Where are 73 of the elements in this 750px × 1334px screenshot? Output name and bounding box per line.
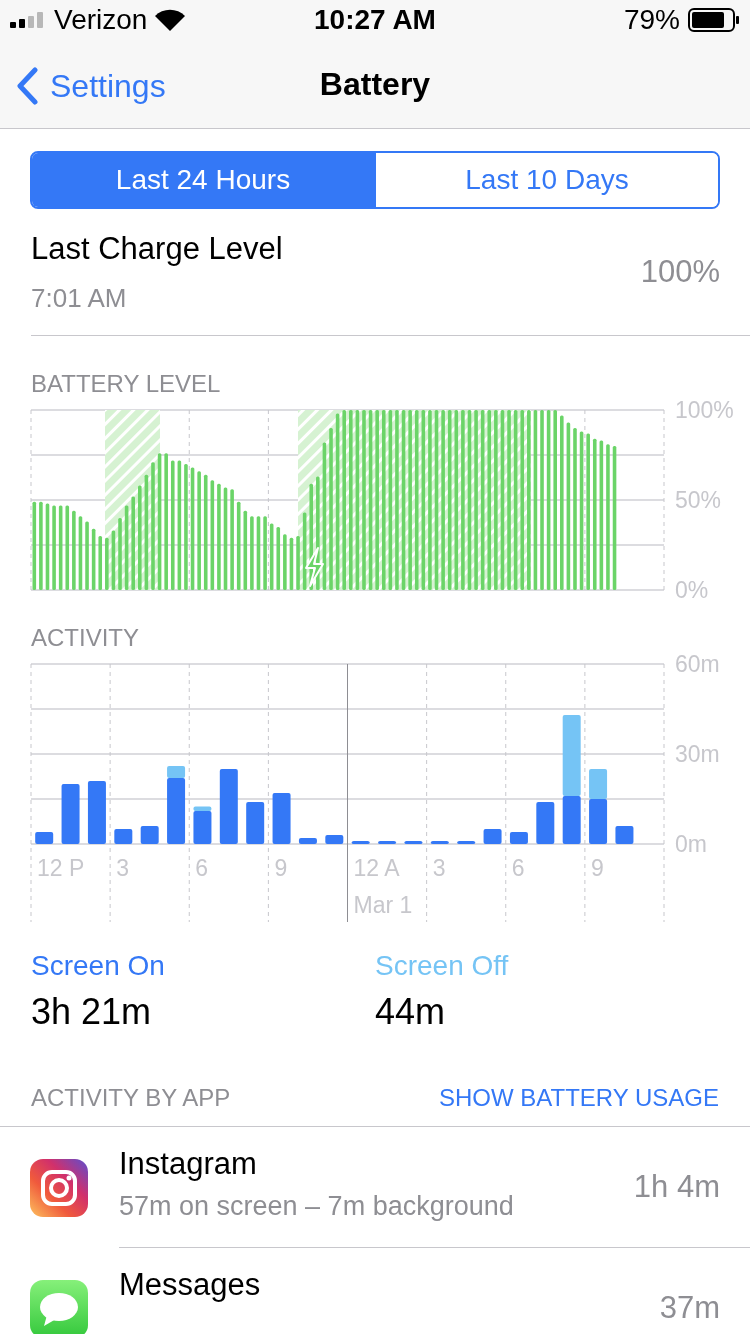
battery-bar bbox=[276, 527, 281, 590]
section-header: BATTERY LEVEL bbox=[31, 370, 221, 397]
carrier-name: Verizon bbox=[54, 3, 148, 37]
wifi-icon bbox=[155, 9, 186, 31]
summary-label: Screen Off bbox=[375, 949, 510, 983]
axis-label: 60m bbox=[675, 654, 720, 677]
time-label: 6 bbox=[195, 855, 209, 881]
app-usage-detail: 57m on screen – 7m background bbox=[119, 1189, 514, 1223]
camera-app-icon bbox=[30, 1158, 88, 1217]
activity-bar bbox=[140, 826, 159, 844]
activity-bar bbox=[404, 841, 423, 844]
axis-label: 0m bbox=[675, 831, 707, 857]
activity-bar bbox=[615, 826, 634, 844]
summary-value: 3h 21m bbox=[31, 990, 153, 1034]
app-name: Instagram bbox=[119, 1145, 258, 1183]
app-name: Messages bbox=[119, 1266, 261, 1304]
time-label: 3 bbox=[116, 855, 129, 881]
activity-bar bbox=[298, 838, 317, 844]
last-charge-value: 100% bbox=[640, 252, 720, 291]
lightning-icon bbox=[305, 547, 324, 587]
time-label: 9 bbox=[590, 855, 604, 881]
activity-bar bbox=[87, 781, 106, 844]
chevron-left-icon bbox=[16, 67, 38, 105]
activity-bar bbox=[114, 829, 133, 844]
segment-tab[interactable]: Last 10 Days bbox=[374, 153, 718, 207]
activity-bar bbox=[378, 841, 397, 844]
activity-bar bbox=[457, 841, 476, 844]
app-usage-time: 1h 4m bbox=[633, 1167, 720, 1206]
activity-bar bbox=[325, 835, 344, 844]
time-label: 9 bbox=[274, 855, 288, 881]
last-charge-label: Last Charge Level bbox=[31, 230, 283, 269]
signal-icon bbox=[10, 12, 46, 28]
date-label: Mar 1 bbox=[353, 892, 413, 918]
axis-label: 100% bbox=[675, 400, 734, 423]
time-label: 3 bbox=[432, 855, 446, 881]
activity-bar bbox=[483, 829, 502, 844]
time-label: 6 bbox=[511, 855, 525, 881]
time-label: 12 P bbox=[37, 855, 85, 881]
section-header: ACTIVITY BY APP bbox=[31, 1083, 231, 1113]
page-title: Battery bbox=[319, 65, 431, 104]
axis-label: 0% bbox=[675, 577, 709, 600]
axis-label: 30m bbox=[675, 741, 720, 767]
battery-bar bbox=[85, 521, 89, 590]
clock: 10:27 AM bbox=[314, 3, 436, 37]
last-charge-time: 7:01 AM bbox=[31, 281, 128, 315]
show-battery-usage-link[interactable]: SHOW BATTERY USAGE bbox=[438, 1080, 719, 1116]
section-header: ACTIVITY bbox=[31, 624, 139, 651]
activity-bar bbox=[246, 802, 265, 844]
activity-bar bbox=[430, 841, 449, 844]
axis-label: 50% bbox=[675, 487, 722, 513]
summary-value: 44m bbox=[375, 990, 447, 1034]
battery-bar bbox=[289, 537, 294, 590]
activity-bar bbox=[35, 832, 54, 844]
back-button[interactable]: Settings bbox=[16, 62, 166, 110]
battery-bar bbox=[105, 537, 109, 590]
battery-percentage: 79% bbox=[623, 3, 680, 37]
segment-tab[interactable]: Last 24 Hours bbox=[32, 153, 374, 207]
battery-bar bbox=[118, 518, 122, 590]
activity-bar bbox=[351, 841, 370, 844]
battery-bar bbox=[269, 523, 274, 590]
activity-bar bbox=[272, 793, 291, 844]
battery-bar bbox=[111, 530, 116, 590]
app-usage-time: 37m bbox=[659, 1289, 720, 1328]
battery-bar bbox=[98, 536, 103, 590]
battery-bar bbox=[283, 534, 287, 590]
time-label: 12 A bbox=[353, 855, 400, 881]
summary-label: Screen On bbox=[31, 949, 166, 983]
activity-bar bbox=[509, 832, 528, 844]
battery-bar bbox=[296, 536, 300, 590]
battery-bar bbox=[91, 528, 96, 590]
activity-bar bbox=[536, 802, 555, 844]
battery-icon bbox=[688, 8, 740, 32]
activity-bar bbox=[61, 784, 80, 844]
